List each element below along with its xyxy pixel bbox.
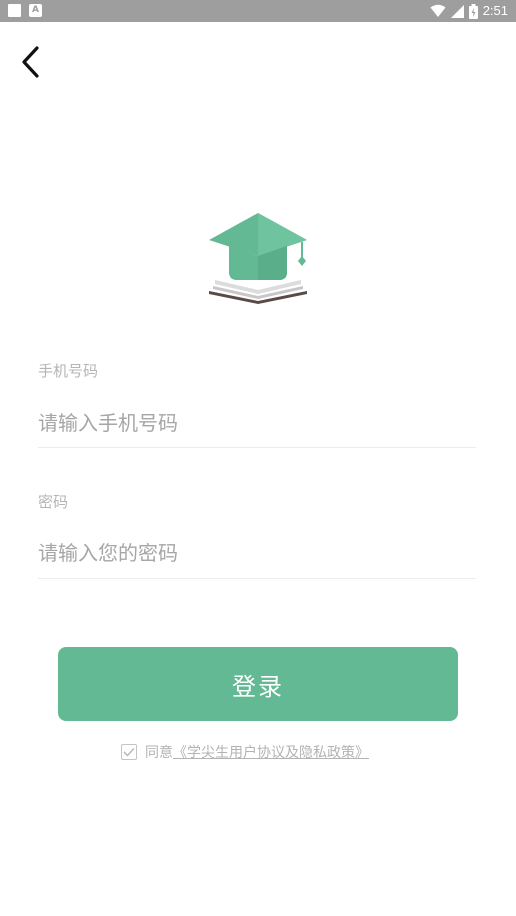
password-label: 密码: [38, 493, 69, 511]
graduation-cap-book-icon: [209, 213, 307, 304]
app-logo: [207, 212, 309, 304]
phone-divider: [38, 447, 476, 448]
login-button[interactable]: 登录: [58, 647, 458, 721]
status-left: A: [8, 4, 42, 17]
agreement-row: 同意 《学尖生用户协议及隐私政策》: [121, 742, 369, 762]
cellular-icon: [450, 4, 464, 18]
status-right: 2:51: [430, 2, 508, 20]
phone-label: 手机号码: [38, 362, 99, 380]
password-divider: [38, 578, 476, 579]
battery-charging-icon: [468, 3, 478, 19]
login-screen: A 2:51 手机号码 请输入手机号码 密码 登录 同意 《学尖生用户协议及隐私…: [0, 0, 516, 916]
check-icon: [123, 747, 135, 757]
agreement-link[interactable]: 《学尖生用户协议及隐私政策》: [173, 742, 369, 762]
status-bar: A 2:51: [0, 0, 516, 22]
phone-input[interactable]: [38, 400, 476, 446]
password-input[interactable]: [38, 530, 476, 576]
a-icon: A: [29, 4, 42, 17]
chevron-left-icon: [22, 46, 39, 78]
back-button[interactable]: [12, 42, 48, 82]
agreement-checkbox[interactable]: [121, 744, 137, 760]
status-time: 2:51: [482, 3, 508, 18]
wifi-icon: [430, 4, 446, 17]
agreement-prefix: 同意: [145, 745, 173, 761]
notification-square-icon: [8, 4, 21, 17]
